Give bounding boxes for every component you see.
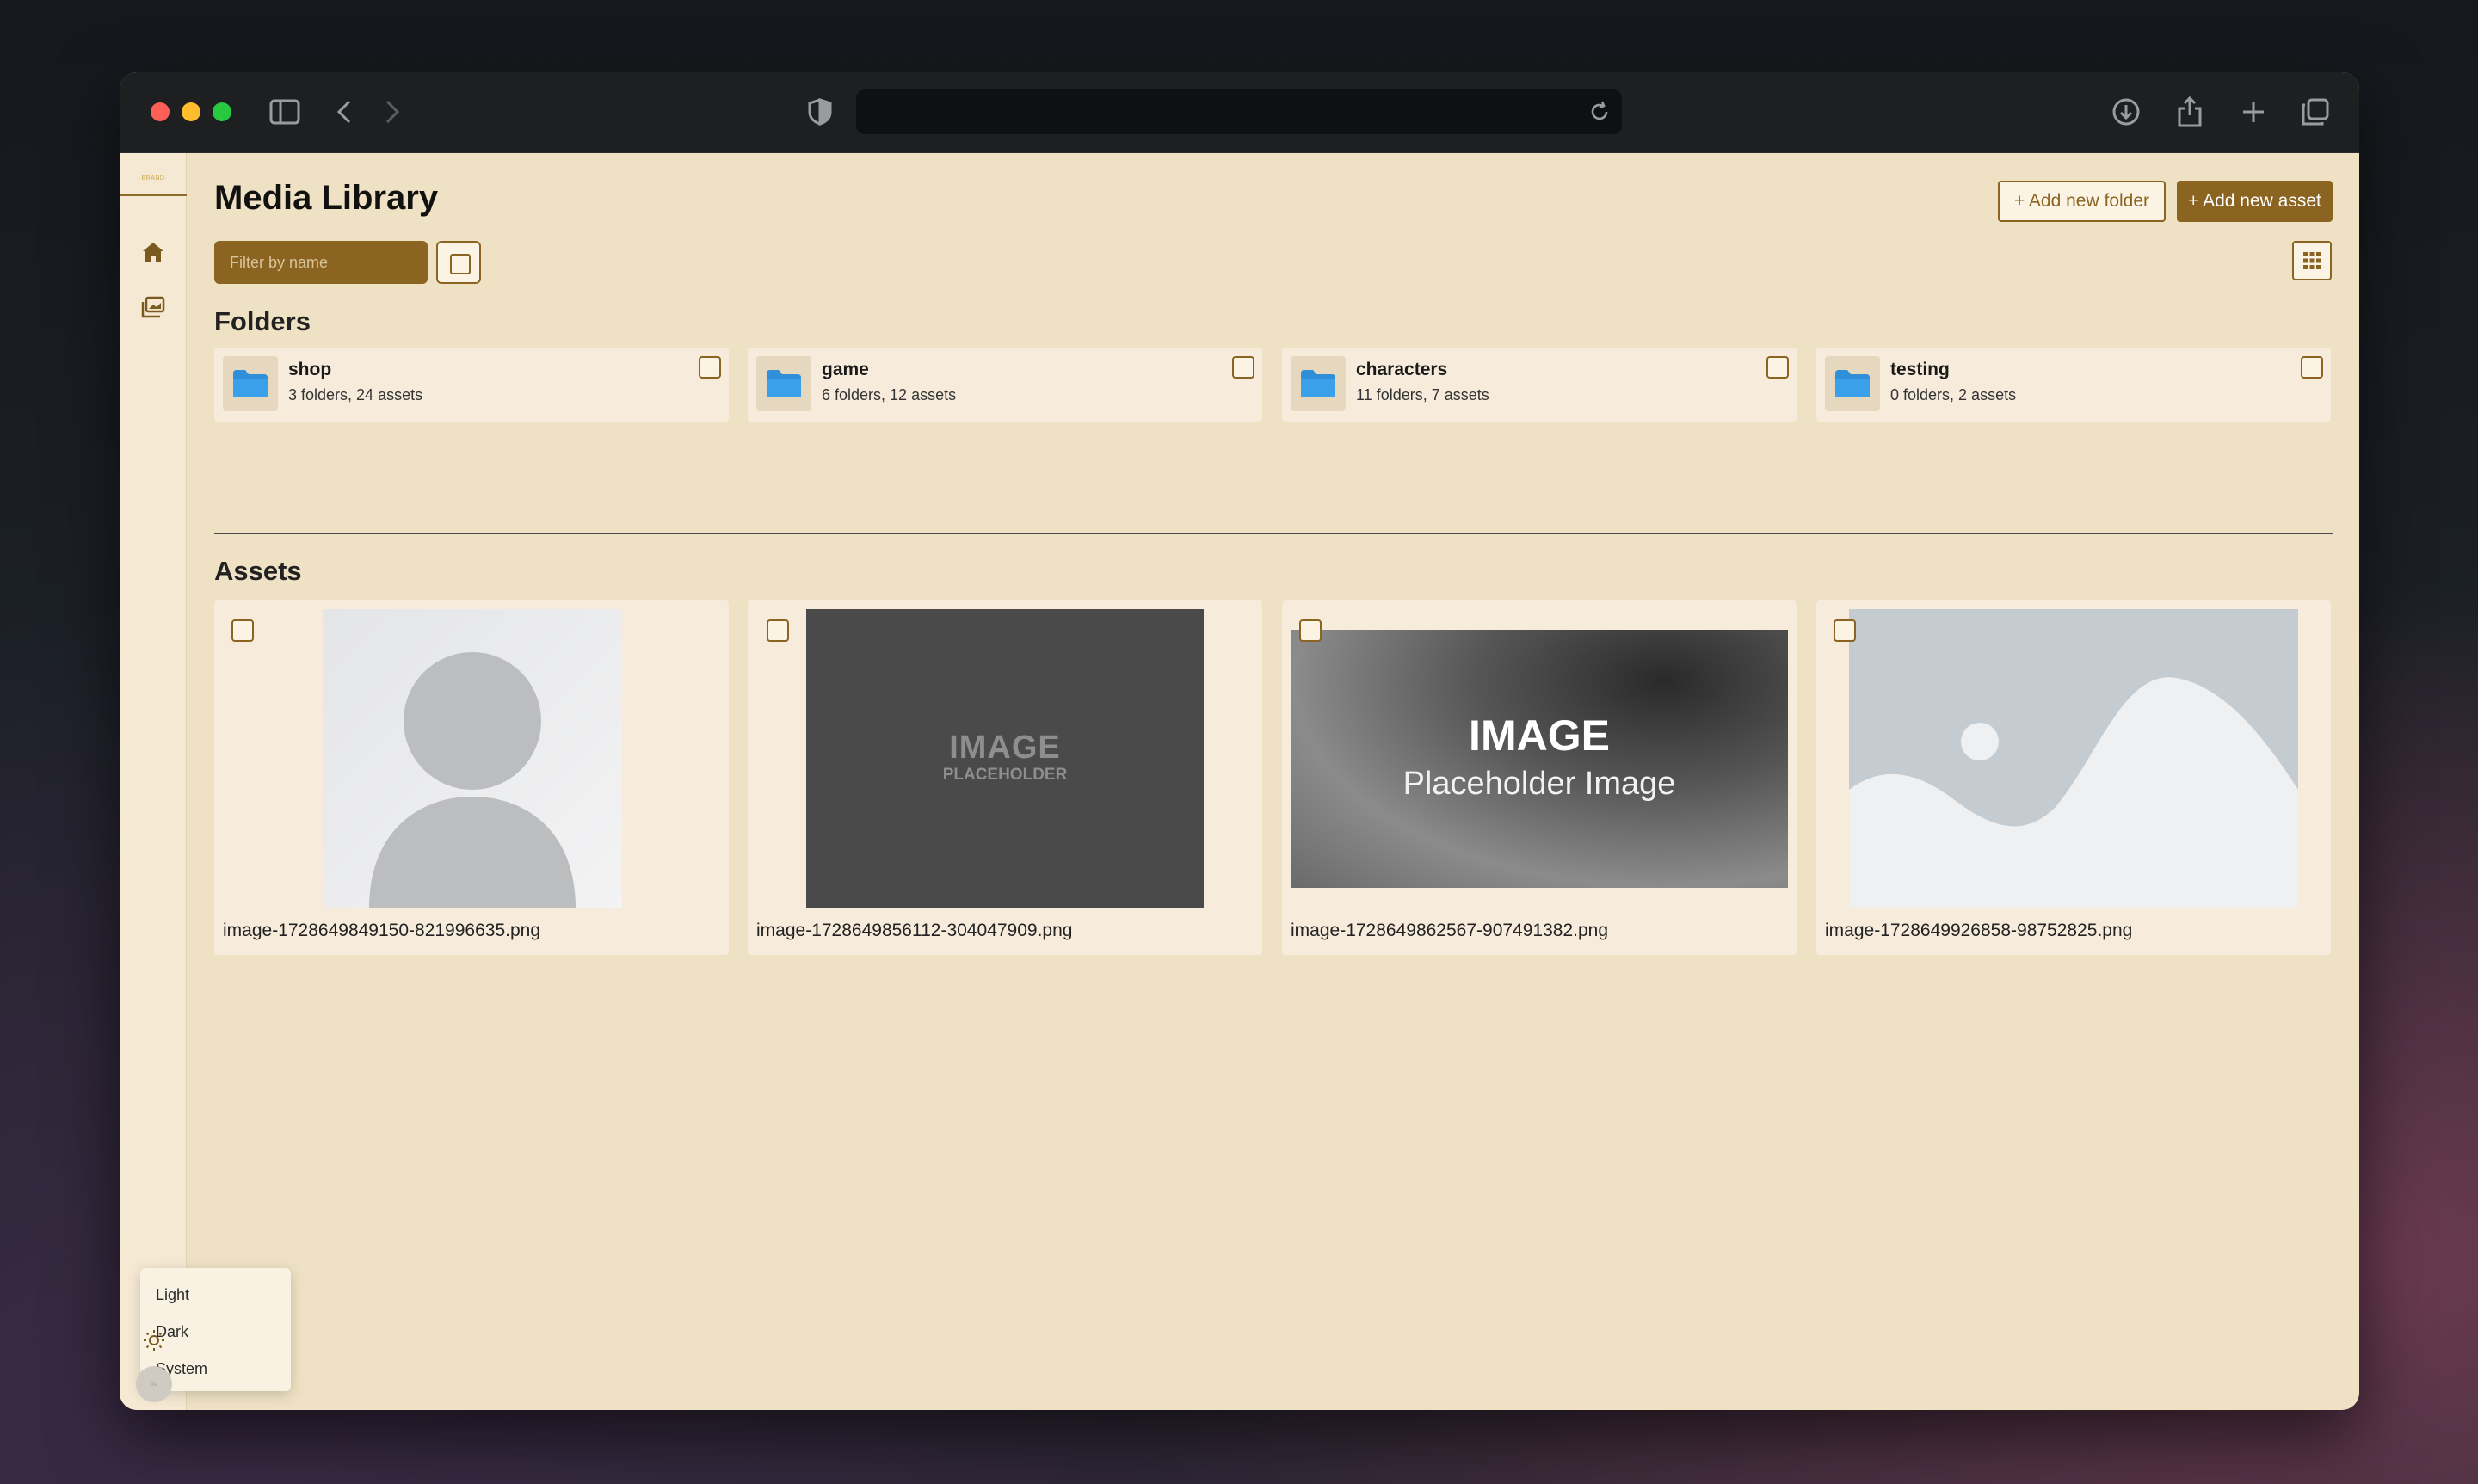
thumb-title: IMAGE — [1469, 711, 1610, 760]
logo-divider — [120, 194, 187, 196]
folder-name: shop — [288, 360, 332, 379]
share-icon[interactable] — [2171, 93, 2209, 131]
folder-checkbox[interactable] — [2301, 356, 2323, 379]
asset-checkbox[interactable] — [1299, 619, 1322, 642]
assets-heading: Assets — [214, 556, 302, 586]
folder-checkbox[interactable] — [1232, 356, 1254, 379]
folder-meta: 0 folders, 2 assets — [1890, 386, 2017, 403]
folder-card[interactable]: shop 3 folders, 24 assets — [214, 348, 729, 422]
asset-card[interactable]: image-1728649926858-98752825.png — [1816, 600, 2331, 955]
select-all-checkbox[interactable] — [436, 241, 481, 284]
user-silhouette-icon — [369, 652, 576, 908]
folder-icon — [756, 356, 811, 411]
asset-thumbnail — [323, 609, 622, 908]
avatar[interactable]: AV — [136, 1366, 172, 1402]
asset-filename: image-1728649862567-907491382.png — [1291, 921, 1608, 940]
folder-card[interactable]: testing 0 folders, 2 assets — [1816, 348, 2331, 422]
reload-icon[interactable] — [1587, 100, 1612, 124]
home-icon[interactable] — [140, 239, 166, 265]
page-content: ·BRAND· Light Dark System AV Media Libra… — [120, 153, 2359, 1410]
filter-input[interactable] — [214, 241, 428, 284]
add-folder-button[interactable]: + Add new folder — [1998, 181, 2166, 222]
thumb-subtitle: PLACEHOLDER — [942, 766, 1068, 784]
tabs-overview-icon[interactable] — [2296, 93, 2334, 131]
asset-filename: image-1728649926858-98752825.png — [1825, 921, 2133, 940]
address-bar[interactable] — [856, 89, 1622, 134]
folder-card[interactable]: characters 11 folders, 7 assets — [1282, 348, 1797, 422]
grid-view-toggle[interactable] — [2292, 241, 2332, 280]
forward-icon[interactable] — [379, 93, 405, 131]
folder-meta: 11 folders, 7 assets — [1356, 386, 1489, 403]
asset-checkbox[interactable] — [1834, 619, 1856, 642]
asset-checkbox[interactable] — [767, 619, 789, 642]
asset-filename: image-1728649856112-304047909.png — [756, 921, 1073, 940]
thumb-subtitle: Placeholder Image — [1402, 766, 1676, 802]
folders-heading: Folders — [214, 306, 311, 336]
asset-checkbox[interactable] — [231, 619, 254, 642]
asset-card[interactable]: IMAGE PLACEHOLDER image-1728649856112-30… — [748, 600, 1262, 955]
sidebar-toggle-icon[interactable] — [266, 93, 304, 131]
folder-name: testing — [1890, 360, 1950, 379]
minimize-window-button[interactable] — [182, 102, 200, 121]
folder-card[interactable]: game 6 folders, 12 assets — [748, 348, 1262, 422]
asset-thumbnail — [1849, 609, 2298, 908]
back-icon[interactable] — [331, 93, 357, 131]
folder-icon — [1291, 356, 1346, 411]
grid-icon — [2303, 252, 2321, 269]
asset-card[interactable]: image-1728649849150-821996635.png — [214, 600, 729, 955]
folder-name: game — [822, 360, 869, 379]
folder-checkbox[interactable] — [1766, 356, 1789, 379]
folder-icon — [1825, 356, 1880, 411]
folder-name: characters — [1356, 360, 1448, 379]
images-icon[interactable] — [140, 294, 166, 320]
landscape-placeholder-icon — [1849, 677, 2298, 908]
maximize-window-button[interactable] — [213, 102, 231, 121]
shield-icon[interactable] — [803, 93, 837, 131]
close-window-button[interactable] — [151, 102, 170, 121]
download-icon[interactable] — [2107, 93, 2145, 131]
thumb-title: IMAGE — [949, 730, 1061, 766]
folder-icon — [223, 356, 278, 411]
sidebar: ·BRAND· Light Dark System AV — [120, 153, 291, 1410]
main-panel: Media Library + Add new folder + Add new… — [214, 153, 2333, 1410]
folder-meta: 3 folders, 24 assets — [288, 386, 423, 403]
asset-card[interactable]: IMAGE Placeholder Image image-1728649862… — [1282, 600, 1797, 955]
asset-thumbnail: IMAGE PLACEHOLDER — [806, 609, 1204, 908]
browser-toolbar — [120, 72, 2359, 153]
section-divider — [214, 533, 2333, 534]
folder-meta: 6 folders, 12 assets — [822, 386, 957, 403]
asset-filename: image-1728649849150-821996635.png — [223, 921, 540, 940]
new-tab-icon[interactable] — [2235, 93, 2272, 131]
page-title: Media Library — [214, 179, 439, 217]
brand-logo[interactable]: ·BRAND· — [120, 175, 187, 182]
add-asset-button[interactable]: + Add new asset — [2177, 181, 2333, 222]
asset-thumbnail: IMAGE Placeholder Image — [1291, 630, 1788, 888]
folder-checkbox[interactable] — [699, 356, 721, 379]
sun-icon[interactable] — [143, 1329, 165, 1352]
browser-window: ·BRAND· Light Dark System AV Media Libra… — [120, 72, 2359, 1410]
